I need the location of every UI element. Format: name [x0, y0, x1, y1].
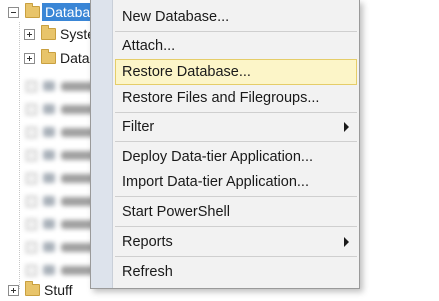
folder-icon [41, 25, 56, 40]
menu-separator [115, 31, 357, 32]
tree-guide-line [19, 22, 20, 289]
menu-item-refresh[interactable]: Refresh [115, 259, 357, 285]
menu-separator [115, 226, 357, 227]
menu-item-label: Restore Files and Filegroups... [122, 90, 320, 106]
menu-item-label: Filter [122, 119, 155, 135]
menu-item-restore-files-and-filegroups[interactable]: Restore Files and Filegroups... [115, 85, 357, 111]
folder-icon [25, 281, 40, 296]
menu-item-filter[interactable]: Filter [115, 114, 357, 140]
database-node[interactable] [26, 149, 99, 161]
expand-icon[interactable] [8, 284, 19, 296]
menu-separator [115, 141, 357, 142]
menu-item-reports[interactable]: Reports [115, 229, 357, 255]
menu-item-label: New Database... [122, 9, 230, 25]
menu-item-label: Deploy Data-tier Application... [122, 149, 314, 165]
menu-item-attach[interactable]: Attach... [115, 33, 357, 59]
menu-item-label: Attach... [122, 38, 176, 54]
tree-node-stuff[interactable]: Stuff [8, 279, 73, 301]
menu-item-start-powershell[interactable]: Start PowerShell [115, 199, 357, 225]
menu-item-label: Reports [122, 234, 173, 250]
context-menu: New Database... Attach... Restore Databa… [90, 0, 360, 289]
expand-icon[interactable] [24, 52, 35, 64]
submenu-arrow-icon [344, 237, 349, 247]
menu-item-restore-database[interactable]: Restore Database... [115, 59, 357, 85]
menu-item-import-data-tier-application[interactable]: Import Data-tier Application... [115, 169, 357, 195]
menu-item-label: Refresh [122, 264, 173, 280]
menu-item-label: Import Data-tier Application... [122, 174, 309, 190]
folder-icon [41, 49, 56, 64]
menu-item-deploy-data-tier-application[interactable]: Deploy Data-tier Application... [115, 144, 357, 170]
menu-item-label: Restore Database... [122, 64, 251, 80]
menu-separator [115, 196, 357, 197]
menu-separator [115, 256, 357, 257]
menu-item-label: Start PowerShell [122, 204, 230, 220]
menu-icon-gutter [91, 0, 113, 288]
expand-icon[interactable] [24, 28, 35, 40]
menu-separator [115, 112, 357, 113]
menu-item-new-database[interactable]: New Database... [115, 4, 357, 30]
tree-node-label: Stuff [44, 282, 73, 298]
folder-icon [25, 3, 40, 18]
submenu-arrow-icon [344, 122, 349, 132]
collapse-icon[interactable] [8, 6, 19, 18]
